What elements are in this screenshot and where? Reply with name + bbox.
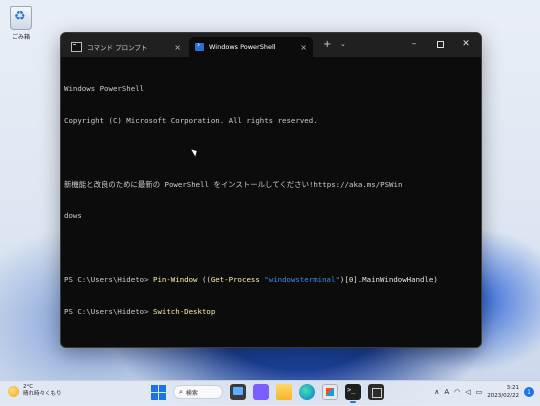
- volume-icon[interactable]: ◁: [465, 388, 470, 396]
- search-icon: ⌕: [179, 387, 183, 396]
- punct: ((: [197, 274, 211, 284]
- store-icon[interactable]: [322, 384, 338, 400]
- prompt: PS C:\Users\Hideto>: [64, 274, 153, 284]
- banner-line: Windows PowerShell: [64, 84, 145, 94]
- notice-line-wrap: dows: [64, 211, 82, 221]
- taskbar: 2°C 晴れ時々くもり ⌕ 検索 ∧ A ◠ ◁ ▭ 3:21 2023/02/…: [0, 380, 540, 406]
- tray-chevron-icon[interactable]: ∧: [434, 388, 439, 396]
- prompt: PS C:\Users\Hideto>: [64, 306, 153, 316]
- cmdlet-switch-desktop: Switch-Desktop: [153, 306, 216, 316]
- ime-indicator[interactable]: A: [444, 388, 449, 396]
- maximize-button[interactable]: [427, 33, 453, 55]
- close-button[interactable]: ✕: [453, 33, 479, 55]
- battery-icon[interactable]: ▭: [476, 388, 483, 396]
- minimize-button[interactable]: –: [401, 33, 427, 55]
- cmdlet-pin-window: Pin-Window: [153, 274, 198, 284]
- weather-temp: 2°C: [23, 384, 34, 390]
- cmdlet-get-process: Get-Process: [210, 274, 260, 284]
- wifi-icon[interactable]: ◠: [454, 388, 460, 396]
- search-label: 検索: [185, 389, 198, 397]
- notification-badge[interactable]: 1: [524, 387, 534, 397]
- cmd-icon: [71, 42, 82, 52]
- terminal-output[interactable]: Windows PowerShell Copyright (C) Microso…: [61, 57, 481, 347]
- terminal-window: コマンド プロンプト × Windows PowerShell × + ⌄ – …: [60, 32, 482, 348]
- recycle-bin-desktop-icon[interactable]: ごみ箱: [6, 6, 36, 41]
- start-button[interactable]: [151, 384, 166, 400]
- search-box[interactable]: ⌕ 検索: [173, 385, 223, 399]
- tab-command-prompt[interactable]: コマンド プロンプト ×: [65, 37, 187, 57]
- system-tray: ∧ A ◠ ◁ ▭ 3:21 2023/02/22 1: [434, 384, 534, 400]
- member-access: )[0].MainWindowHandle): [339, 274, 438, 284]
- file-explorer-icon[interactable]: [276, 384, 292, 400]
- weather-sun-icon: [8, 385, 19, 397]
- terminal-icon[interactable]: [345, 384, 361, 403]
- task-view-icon[interactable]: [230, 384, 246, 400]
- weather-widget[interactable]: 2°C 晴れ時々くもり: [8, 384, 62, 398]
- command-line-2: PS C:\Users\Hideto> Switch-Desktop: [64, 307, 481, 318]
- recycle-bin-icon: [10, 6, 32, 30]
- app-icon[interactable]: [368, 384, 384, 400]
- tab-close-icon[interactable]: ×: [174, 43, 181, 52]
- tab-dropdown-button[interactable]: ⌄: [340, 40, 346, 48]
- copyright-line: Copyright (C) Microsoft Corporation. All…: [64, 115, 318, 125]
- powershell-icon: [195, 40, 204, 51]
- notice-line: 新機能と改良のために最新の PowerShell をインストールしてください!h…: [64, 179, 403, 189]
- tab-windows-powershell[interactable]: Windows PowerShell ×: [189, 37, 313, 57]
- clock[interactable]: 3:21 2023/02/22: [487, 384, 519, 400]
- clock-date: 2023/02/22: [487, 393, 519, 399]
- tab-close-icon[interactable]: ×: [300, 43, 307, 52]
- teams-chat-icon[interactable]: [253, 384, 269, 400]
- title-bar: コマンド プロンプト × Windows PowerShell × + ⌄ – …: [61, 33, 481, 57]
- recycle-bin-label: ごみ箱: [11, 34, 30, 41]
- new-tab-button[interactable]: +: [323, 39, 331, 50]
- tab-label: コマンド プロンプト: [87, 44, 148, 52]
- clock-time: 3:21: [506, 385, 519, 391]
- weather-desc: 晴れ時々くもり: [23, 391, 62, 397]
- tab-label: Windows PowerShell: [209, 43, 276, 51]
- edge-icon[interactable]: [299, 384, 315, 400]
- string-arg: "windowsterminal": [264, 274, 340, 284]
- command-line-1: PS C:\Users\Hideto> Pin-Window ((Get-Pro…: [64, 275, 481, 286]
- windows-logo-icon: [151, 384, 158, 392]
- maximize-icon: [436, 40, 444, 48]
